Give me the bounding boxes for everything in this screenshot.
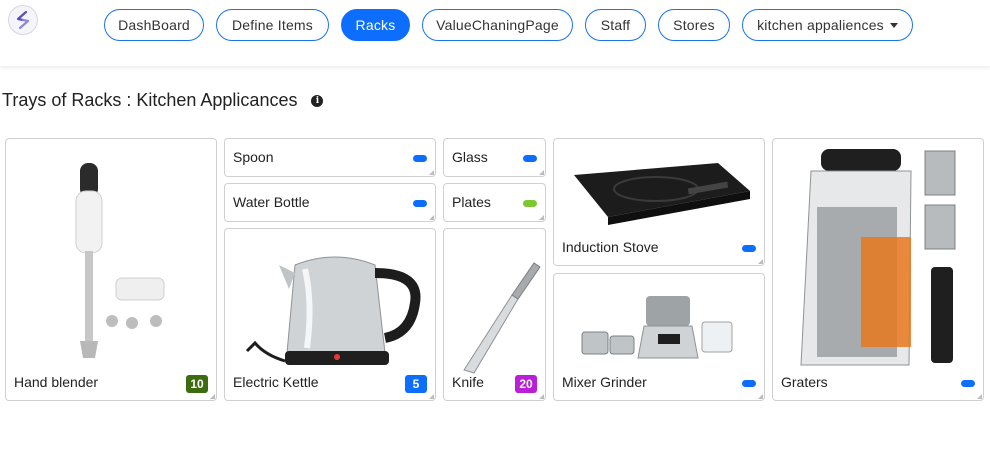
tray-card-spoon[interactable]: Spoon: [224, 138, 436, 177]
tray-status-indicator: [523, 200, 537, 207]
hand-blender-image: [75, 163, 165, 358]
page-title-text: Trays of Racks : Kitchen Applicances: [2, 90, 298, 110]
caret-down-icon: [889, 22, 898, 28]
page-title: Trays of Racks : Kitchen Applicances i: [2, 90, 324, 111]
tray-card-glass[interactable]: Glass: [443, 138, 546, 177]
dropdown-label: kitchen appaliences: [757, 17, 884, 33]
knife-image: [463, 262, 541, 374]
resize-handle[interactable]: [539, 394, 544, 399]
tray-count-badge: 20: [515, 375, 537, 393]
resize-handle[interactable]: [758, 259, 763, 264]
tray-card-hand-blender[interactable]: Hand blender 10: [5, 138, 217, 401]
resize-handle[interactable]: [210, 394, 215, 399]
resize-handle[interactable]: [539, 215, 544, 220]
electric-kettle-image: [245, 256, 421, 365]
tray-card-graters[interactable]: Graters: [772, 138, 984, 401]
app-logo[interactable]: [8, 5, 38, 35]
tray-status-indicator: [961, 380, 975, 387]
nav-dashboard[interactable]: DashBoard: [104, 9, 204, 41]
tray-name: Glass: [452, 149, 488, 165]
resize-handle[interactable]: [429, 215, 434, 220]
resize-handle[interactable]: [977, 394, 982, 399]
grater-image: [800, 149, 956, 366]
tray-status-indicator: [742, 380, 756, 387]
nav-stores[interactable]: Stores: [658, 9, 730, 41]
resize-handle[interactable]: [758, 394, 763, 399]
logo-icon: [16, 10, 30, 30]
tray-card-mixer-grinder[interactable]: Mixer Grinder: [553, 273, 765, 401]
tray-name: Electric Kettle: [233, 374, 319, 390]
resize-handle[interactable]: [429, 170, 434, 175]
resize-handle[interactable]: [429, 394, 434, 399]
tray-name: Induction Stove: [562, 239, 659, 255]
tray-name: Knife: [452, 374, 484, 390]
tray-card-water-bottle[interactable]: Water Bottle: [224, 183, 436, 222]
nav-define-items[interactable]: Define Items: [216, 9, 329, 41]
tray-name: Plates: [452, 194, 491, 210]
tray-card-knife[interactable]: Knife 20: [443, 228, 546, 401]
tray-status-indicator: [413, 155, 427, 162]
top-navbar: DashBoard Define Items Racks ValueChanin…: [0, 0, 990, 66]
nav-staff[interactable]: Staff: [585, 9, 646, 41]
tray-name: Spoon: [233, 149, 274, 165]
resize-handle[interactable]: [539, 170, 544, 175]
tray-card-induction-stove[interactable]: Induction Stove: [553, 138, 765, 266]
tray-card-electric-kettle[interactable]: Electric Kettle 5: [224, 228, 436, 401]
tray-status-indicator: [523, 155, 537, 162]
tray-name: Mixer Grinder: [562, 374, 647, 390]
tray-name: Water Bottle: [233, 194, 310, 210]
info-circle-icon[interactable]: i: [311, 94, 324, 107]
tray-name: Graters: [781, 374, 828, 390]
tray-count-badge: 10: [186, 375, 208, 393]
tray-name: Hand blender: [14, 374, 99, 390]
tray-count-badge: 5: [405, 375, 427, 393]
nav-kitchen-appliances-dropdown[interactable]: kitchen appaliences: [742, 9, 913, 41]
tray-status-indicator: [413, 200, 427, 207]
mixer-grinder-image: [581, 296, 733, 359]
tray-card-plates[interactable]: Plates: [443, 183, 546, 222]
tray-status-indicator: [742, 245, 756, 252]
induction-stove-image: [574, 163, 750, 225]
nav-value-changing-page[interactable]: ValueChaningPage: [422, 9, 573, 41]
nav-racks[interactable]: Racks: [341, 9, 410, 41]
